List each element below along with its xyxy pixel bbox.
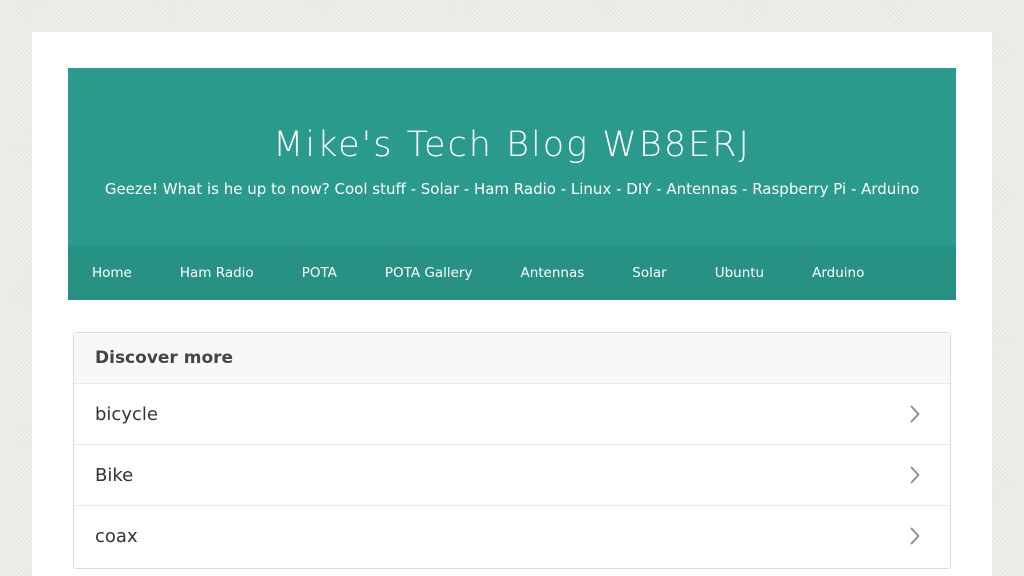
nav-item-ham-radio[interactable]: Ham Radio	[156, 246, 278, 300]
discover-item-bicycle[interactable]: bicycle	[74, 383, 950, 444]
discover-item-bike[interactable]: Bike	[74, 444, 950, 505]
chevron-right-icon	[908, 404, 922, 424]
chevron-right-icon	[908, 465, 922, 485]
nav-item-pota-gallery[interactable]: POTA Gallery	[361, 246, 497, 300]
discover-more-header: Discover more	[74, 333, 950, 383]
discover-item-coax[interactable]: coax	[74, 505, 950, 566]
nav-item-antennas[interactable]: Antennas	[496, 246, 608, 300]
nav-item-ubuntu[interactable]: Ubuntu	[691, 246, 788, 300]
discover-item-label: coax	[95, 525, 138, 547]
main-navigation: Home Ham Radio POTA POTA Gallery Antenna…	[68, 246, 956, 300]
site-tagline: Geeze! What is he up to now? Cool stuff …	[104, 180, 920, 198]
nav-item-arduino[interactable]: Arduino	[788, 246, 888, 300]
site-title[interactable]: Mike's Tech Blog WB8ERJ	[68, 120, 956, 170]
chevron-right-icon	[908, 526, 922, 546]
nav-item-solar[interactable]: Solar	[608, 246, 690, 300]
discover-item-label: bicycle	[95, 403, 158, 425]
nav-item-pota[interactable]: POTA	[278, 246, 361, 300]
nav-item-home[interactable]: Home	[68, 246, 156, 300]
discover-more-panel: Discover more bicycle Bike coax	[73, 332, 951, 569]
site-header: Mike's Tech Blog WB8ERJ Geeze! What is h…	[68, 68, 956, 246]
page-container: Mike's Tech Blog WB8ERJ Geeze! What is h…	[32, 32, 992, 576]
discover-item-label: Bike	[95, 464, 134, 486]
discover-more-title: Discover more	[95, 348, 234, 368]
